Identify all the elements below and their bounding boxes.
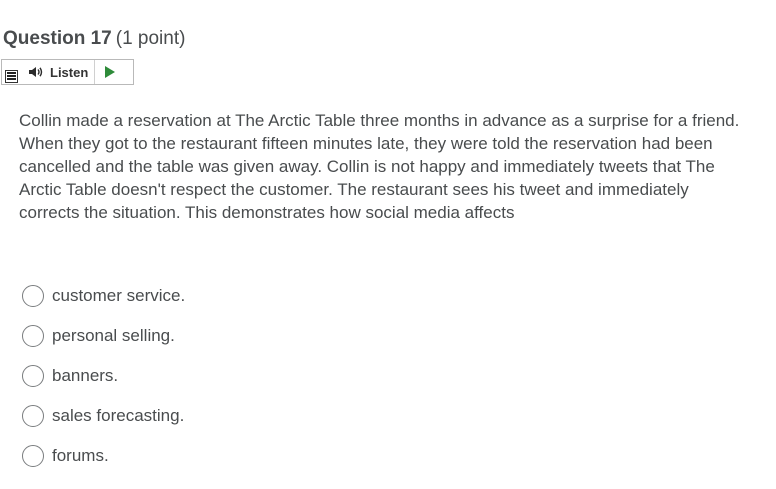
- speaker-icon: [29, 67, 43, 77]
- menu-icon[interactable]: [5, 69, 18, 83]
- choice-label: customer service.: [52, 286, 186, 305]
- choice-label: personal selling.: [52, 326, 175, 345]
- question-title: Question 17: [3, 28, 112, 49]
- radio-button[interactable]: [22, 365, 44, 387]
- choice-personal-selling[interactable]: personal selling.: [22, 324, 185, 348]
- choice-sales-forecasting[interactable]: sales forecasting.: [22, 404, 185, 428]
- choice-customer-service[interactable]: customer service.: [22, 284, 185, 308]
- listen-label: Listen: [50, 64, 89, 80]
- question-header: Question 17 (1 point): [3, 27, 185, 51]
- play-icon: [105, 66, 116, 78]
- answer-choices: customer service. personal selling. bann…: [22, 284, 185, 484]
- choice-label: banners.: [52, 366, 119, 385]
- radio-button[interactable]: [22, 445, 44, 467]
- radio-button[interactable]: [22, 325, 44, 347]
- choice-label: forums.: [52, 446, 109, 465]
- listen-toolbar: Listen: [1, 59, 134, 85]
- choice-forums[interactable]: forums.: [22, 444, 185, 468]
- listen-button[interactable]: Listen: [18, 60, 94, 84]
- question-text: Collin made a reservation at The Arctic …: [19, 111, 740, 222]
- play-button[interactable]: [95, 60, 125, 84]
- question-points: (1 point): [115, 28, 186, 49]
- radio-button[interactable]: [22, 405, 44, 427]
- radio-button[interactable]: [22, 285, 44, 307]
- choice-label: sales forecasting.: [52, 406, 185, 425]
- choice-banners[interactable]: banners.: [22, 364, 185, 388]
